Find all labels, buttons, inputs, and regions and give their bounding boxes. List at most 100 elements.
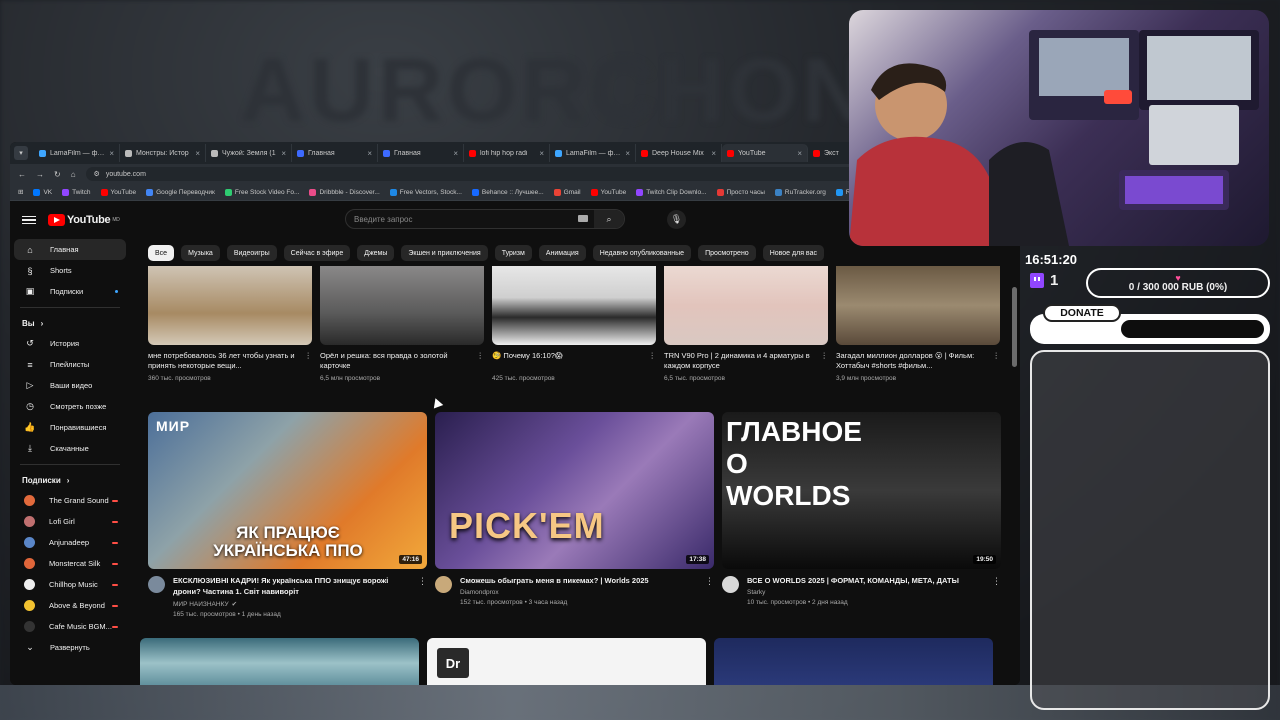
youtube-logo[interactable]: YouTube MD (48, 214, 120, 226)
filter-chip[interactable]: Экшен и приключения (401, 245, 488, 261)
bookmark[interactable]: VK (33, 188, 52, 196)
bookmark[interactable]: Behance :: Лучшее... (471, 188, 544, 196)
bookmark[interactable]: Dribbble - Discover... (309, 188, 380, 196)
you-section-header[interactable]: Вы › (14, 313, 126, 333)
video-thumbnail[interactable]: Dr (427, 638, 706, 685)
short-card[interactable]: Орёл и решка: вся правда о золотой карто… (320, 266, 484, 382)
filter-chip[interactable]: Все (148, 245, 175, 261)
video-thumbnail[interactable]: МИР ЯК ПРАЦЮЄ УКРАЇНСЬКА ППО 47:16 (148, 412, 427, 569)
filter-chip[interactable]: Туризм (494, 245, 532, 261)
tab-search-button[interactable]: ▾ (14, 146, 28, 160)
reload-icon[interactable]: ↻ (54, 170, 61, 179)
short-thumbnail[interactable] (836, 266, 1000, 345)
bookmark[interactable]: Free Vectors, Stock... (389, 188, 462, 196)
more-options-icon[interactable]: ⋮ (992, 576, 1001, 606)
channel-avatar[interactable] (722, 576, 739, 593)
channel-avatar[interactable] (148, 576, 165, 593)
address-bar[interactable]: ⚙ youtube.com (85, 167, 946, 181)
keyboard-icon[interactable] (578, 215, 588, 222)
short-card[interactable]: мне потребовалось 36 лет чтобы узнать и … (148, 266, 312, 382)
short-title[interactable]: TRN V90 Pro | 2 динамика и 4 арматуры в … (664, 351, 817, 372)
more-options-icon[interactable]: ⋮ (649, 351, 657, 372)
short-title[interactable]: Орёл и решка: вся правда о золотой карто… (320, 351, 473, 372)
forward-icon[interactable]: → (36, 170, 44, 179)
channel-name[interactable]: МИР НАИЗНАНКУ (173, 601, 229, 608)
channel-avatar[interactable] (435, 576, 452, 593)
bookmark[interactable]: Просто часы (716, 188, 765, 196)
close-tab-icon[interactable]: × (195, 149, 200, 158)
close-tab-icon[interactable]: × (711, 149, 716, 158)
sidebar-item[interactable]: ≡ Плейлисты (14, 354, 126, 375)
sidebar-item[interactable]: § Shorts (14, 260, 126, 281)
video-title[interactable]: ВСЕ О WORLDS 2025 | ФОРМАТ, КОМАНДЫ, МЕТ… (747, 576, 984, 587)
expand-button[interactable]: ⌄ Развернуть (14, 637, 126, 658)
bookmark[interactable]: Google Переводчик (146, 188, 215, 196)
short-thumbnail[interactable] (492, 266, 656, 345)
sidebar-item[interactable]: ▷ Ваши видео (14, 375, 126, 396)
bookmark[interactable]: YouTube (590, 188, 626, 196)
sidebar-item[interactable]: Anjunadeep (14, 532, 126, 553)
filter-chip[interactable]: Недавно опубликованные (592, 245, 692, 261)
sidebar-item[interactable]: ⌂ Главная (14, 239, 126, 260)
filter-chip[interactable]: Новое для вас (762, 245, 824, 261)
browser-tab[interactable]: Deep House Mix × (636, 144, 722, 162)
bookmark[interactable]: RuTracker.org (774, 188, 826, 196)
video-card[interactable]: PICK'EM 17:38 Сможешь обыграть меня в пике… (435, 412, 714, 618)
channel-name[interactable]: Diamondprox (460, 589, 499, 596)
sidebar-item[interactable]: Monstercat Silk (14, 553, 126, 574)
filter-chip[interactable]: Сейчас в эфире (283, 245, 351, 261)
browser-tab[interactable]: Чужой: Земля (1 × (206, 144, 292, 162)
bookmark[interactable]: Twitch (62, 188, 91, 196)
filter-chip[interactable]: Джемы (357, 245, 395, 261)
apps-icon[interactable]: ⊞ (18, 188, 23, 196)
video-title[interactable]: Сможешь обыграть меня в пикемах? | World… (460, 576, 697, 587)
close-tab-icon[interactable]: × (109, 149, 114, 158)
short-card[interactable]: TRN V90 Pro | 2 динамика и 4 арматуры в … (664, 266, 828, 382)
more-options-icon[interactable]: ⋮ (821, 351, 829, 372)
close-tab-icon[interactable]: × (539, 149, 544, 158)
close-tab-icon[interactable]: × (797, 149, 802, 158)
close-tab-icon[interactable]: × (453, 149, 458, 158)
back-icon[interactable]: ← (18, 170, 26, 179)
sidebar-item[interactable]: 👍 Понравившиеся (14, 417, 126, 438)
video-title[interactable]: ЕКСКЛЮЗИВНІ КАДРИ! Як українська ППО зни… (173, 576, 410, 598)
video-thumbnail[interactable] (714, 638, 993, 685)
menu-icon[interactable] (22, 215, 36, 225)
more-options-icon[interactable]: ⋮ (305, 351, 313, 372)
browser-tab[interactable]: LamaFilm — фил × (34, 144, 120, 162)
sidebar-item[interactable]: ⤓ Скачанные (14, 438, 126, 459)
short-thumbnail[interactable] (320, 266, 484, 345)
donate-button[interactable]: DONATE (1043, 304, 1121, 322)
short-card[interactable]: 🧐 Почему 16:10?😱 ⋮ 425 тыс. просмотров (492, 266, 656, 382)
sidebar-item[interactable]: Lofi Girl (14, 511, 126, 532)
video-thumbnail[interactable]: ГЛАВНОЕ О WORLDS 19:50 (722, 412, 1001, 569)
short-title[interactable]: 🧐 Почему 16:10?😱 (492, 351, 563, 372)
browser-tab[interactable]: YouTube × (722, 144, 808, 162)
subscriptions-section-header[interactable]: Подписки › (14, 470, 126, 490)
video-card[interactable]: МИР ЯК ПРАЦЮЄ УКРАЇНСЬКА ППО 47:16 ЕКСКЛЮЗИ… (148, 412, 427, 618)
site-info-icon[interactable]: ⚙ (94, 170, 100, 178)
sidebar-item[interactable]: Chillhop Music (14, 574, 126, 595)
filter-chip[interactable]: Музыка (181, 245, 220, 261)
filter-chip[interactable]: Анимация (538, 245, 586, 261)
sidebar-item[interactable]: The Grand Sound (14, 490, 126, 511)
short-title[interactable]: Загадал миллион долларов 😮 | Фильм: Хотт… (836, 351, 989, 372)
browser-tab[interactable]: Главная × (292, 144, 378, 162)
filter-chip[interactable]: Просмотрено (698, 245, 756, 261)
bookmark[interactable]: Twitch Clip Downlo... (636, 188, 707, 196)
more-options-icon[interactable]: ⋮ (993, 351, 1001, 372)
sidebar-item[interactable]: ↺ История (14, 333, 126, 354)
video-thumbnail[interactable] (140, 638, 419, 685)
sidebar-item[interactable]: ◷ Смотреть позже (14, 396, 126, 417)
browser-tab[interactable]: LamaFilm — фил × (550, 144, 636, 162)
browser-tab[interactable]: Монстры: Истор × (120, 144, 206, 162)
more-options-icon[interactable]: ⋮ (418, 576, 427, 618)
sidebar-item[interactable]: ▣ Подписки (14, 281, 126, 302)
page-scrollbar[interactable] (1012, 287, 1017, 367)
bookmark[interactable]: Gmail (553, 188, 581, 196)
bookmark[interactable]: Free Stock Video Fo... (224, 188, 299, 196)
short-card[interactable]: Загадал миллион долларов 😮 | Фильм: Хотт… (836, 266, 1000, 382)
video-card[interactable]: ГЛАВНОЕ О WORLDS 19:50 ВСЕ О WORLDS 2025 |… (722, 412, 1001, 618)
close-tab-icon[interactable]: × (625, 149, 630, 158)
search-button[interactable]: ⌕ (594, 210, 624, 228)
